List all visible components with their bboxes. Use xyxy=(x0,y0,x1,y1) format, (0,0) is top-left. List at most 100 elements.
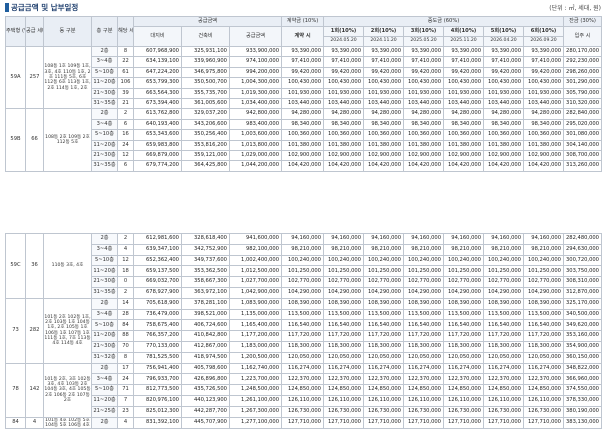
contract-cell: 116,274,000 xyxy=(281,362,324,375)
installment-cell: 101,380,000 xyxy=(443,139,485,151)
installment-cell: 102,770,000 xyxy=(483,276,524,288)
balance-cell: 308,310,000 xyxy=(563,276,602,288)
units-cell: 24 xyxy=(117,139,134,151)
installment-cell: 127,710,000 xyxy=(403,416,444,430)
contract-cell: 94,280,000 xyxy=(281,108,325,120)
installment-cell: 98,210,000 xyxy=(443,243,484,256)
building-cost-cell: 350,500,700 xyxy=(181,77,230,89)
building-cost-cell: 329,037,200 xyxy=(181,108,230,120)
units-cell: 2 xyxy=(117,233,134,245)
installment-cell: 101,380,000 xyxy=(403,139,445,151)
installment-cell: 94,160,000 xyxy=(403,233,444,245)
supply-total-cell: 1,200,500,000 xyxy=(229,351,282,364)
installment-cell: 102,900,000 xyxy=(483,149,525,162)
land-cell: 612,981,600 xyxy=(133,233,182,245)
header-date: 2026.09.20 xyxy=(523,36,565,47)
supply-total-cell: 942,800,000 xyxy=(228,108,283,120)
land-cell: 669,879,000 xyxy=(133,149,182,162)
balance-cell: 378,330,000 xyxy=(563,394,602,407)
units-cell: 12 xyxy=(117,149,134,162)
installment-cell: 98,210,000 xyxy=(403,243,444,256)
installment-cell: 97,410,000 xyxy=(483,56,525,68)
installment-cell: 116,274,000 xyxy=(483,362,524,375)
building-cell: 101동 4호 102동 5호 104동 5호 106동 4호 xyxy=(43,416,92,430)
supply-total-cell: 1,002,400,000 xyxy=(229,254,282,267)
floor-cell: 31~32층 xyxy=(91,351,118,364)
installment-cell: 113,500,000 xyxy=(443,308,484,321)
contract-cell: 104,420,000 xyxy=(281,160,325,172)
installment-cell: 116,274,000 xyxy=(323,362,364,375)
header-contract: 계약금 (10%) xyxy=(281,16,325,27)
supply-total-cell: 1,029,000,000 xyxy=(228,149,283,162)
installment-cell: 93,390,000 xyxy=(443,45,485,58)
land-cell: 736,479,000 xyxy=(133,308,182,321)
supply-total-cell: 1,013,800,000 xyxy=(228,139,283,151)
installment-cell: 100,240,000 xyxy=(323,254,364,267)
building-cost-cell: 355,735,700 xyxy=(181,87,230,99)
installment-cell: 101,250,000 xyxy=(443,265,484,278)
building-cost-cell: 343,206,600 xyxy=(181,118,230,131)
installment-cell: 103,440,000 xyxy=(483,97,525,110)
floor-cell: 11~20층 xyxy=(91,77,118,89)
installment-cell: 108,390,000 xyxy=(443,297,484,310)
units-cell: 22 xyxy=(117,56,134,68)
supply-total-cell: 1,162,740,000 xyxy=(229,362,282,375)
land-cell: 679,774,200 xyxy=(133,160,182,172)
header-balance-sub: 입주 시 xyxy=(563,26,603,47)
building-cost-cell: 405,798,600 xyxy=(181,362,230,375)
installment-cell: 108,390,000 xyxy=(483,297,524,310)
land-cell: 647,224,200 xyxy=(133,66,182,79)
floor-cell: 5~10층 xyxy=(91,254,118,267)
contract-cell: 100,430,000 xyxy=(281,77,325,89)
land-cell: 756,941,400 xyxy=(133,362,182,375)
installment-cell: 93,390,000 xyxy=(403,45,445,58)
building-cost-cell: 358,667,300 xyxy=(181,276,230,288)
table-row: 31~35층 21 673,394,400 361,005,600 1,034,400,… xyxy=(6,97,603,110)
installment-cell: 126,110,000 xyxy=(523,394,564,407)
table-row: 59A 257 108동 1호 109동 1호, 3호, 4호 110동 1호, 2… xyxy=(5,45,603,110)
balance-cell: 349,620,000 xyxy=(563,319,602,332)
installment-cell: 102,900,000 xyxy=(523,149,565,162)
header-date: 2024.05.20 xyxy=(323,36,365,47)
units-cell: 17 xyxy=(117,362,134,375)
floor-cell: 3~4층 xyxy=(91,373,118,386)
floor-cell: 31~35층 xyxy=(91,286,118,299)
installment-cell: 122,370,000 xyxy=(483,373,524,386)
installment-cell: 104,290,000 xyxy=(523,286,564,299)
floor-cell: 11~20층 xyxy=(91,139,118,151)
header-contract-sub: 계약 시 xyxy=(281,26,325,47)
balance-cell: 280,170,000 xyxy=(563,45,603,58)
building-cell: 108동 1호 109동 1호, 3호, 4호 110동 1호, 2호 111동… xyxy=(43,45,92,110)
installment-cell: 126,730,000 xyxy=(443,405,484,418)
table-row: 78 142 101동 2호, 3호 102동 3호, 4호 103동 2호 104… xyxy=(5,362,602,418)
building-cost-cell: 342,752,900 xyxy=(181,243,230,256)
installment-cell: 94,280,000 xyxy=(523,108,565,120)
page-header: 공급금액 및 납부일정 (단위 : ㎡, 세대, 원) xyxy=(0,0,606,14)
table-row: 21~30층 70 770,133,000 412,867,000 1,183,000,… xyxy=(6,340,602,353)
installment-cell: 94,280,000 xyxy=(363,108,405,120)
installment-cell: 108,390,000 xyxy=(523,297,564,310)
installment-cell: 117,720,000 xyxy=(443,330,484,342)
installment-cell: 100,430,000 xyxy=(323,77,365,89)
installment-cell: 124,850,000 xyxy=(323,384,364,396)
installment-cell: 97,410,000 xyxy=(403,56,445,68)
supply-total-cell: 1,019,300,000 xyxy=(228,87,283,99)
installment-cell: 100,360,000 xyxy=(323,129,365,141)
installment-cell: 113,500,000 xyxy=(323,308,364,321)
units-cell: 28 xyxy=(117,308,134,321)
households-cell: 4 xyxy=(25,416,44,430)
installment-cell: 122,370,000 xyxy=(523,373,564,386)
building-cost-cell: 363,972,100 xyxy=(181,286,230,299)
header-installment: 2회(10%) xyxy=(363,26,405,37)
building-cost-cell: 349,737,600 xyxy=(181,254,230,267)
installment-cell: 103,440,000 xyxy=(403,97,445,110)
installment-cell: 103,440,000 xyxy=(363,97,405,110)
land-cell: 640,193,400 xyxy=(133,118,182,131)
table-row: 73 282 101동 2호 102동 1호, 2호 103동 1호 104동 1호… xyxy=(5,297,602,364)
supply-total-cell: 1,003,600,000 xyxy=(228,129,283,141)
land-cell: 820,976,100 xyxy=(133,394,182,407)
building-cost-cell: 353,362,500 xyxy=(181,265,230,278)
contract-cell: 100,360,000 xyxy=(281,129,325,141)
header-installment: 3회(10%) xyxy=(403,26,445,37)
type-cell: 84 xyxy=(5,416,26,430)
